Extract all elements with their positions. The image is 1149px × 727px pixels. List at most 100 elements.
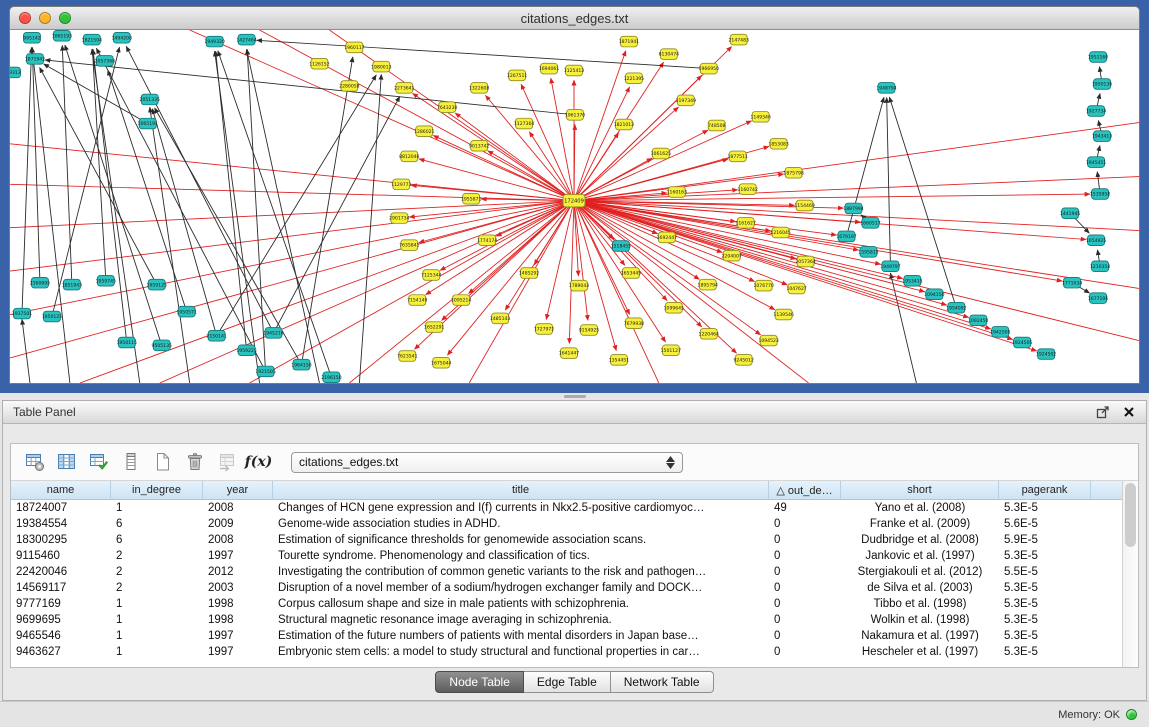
scrollbar-thumb[interactable]: [1125, 483, 1136, 547]
graph-edge[interactable]: [359, 74, 381, 383]
graph-node[interactable]: 1125413: [564, 65, 585, 76]
graph-node[interactable]: 1501127: [661, 345, 682, 356]
graph-node[interactable]: 1960117: [344, 42, 365, 53]
table-row[interactable]: 911546021997Tourette syndrome. Phenomeno…: [11, 548, 1122, 564]
graph-node[interactable]: 1951160: [1088, 52, 1109, 63]
graph-node[interactable]: 2147483: [729, 34, 750, 45]
row-list-button[interactable]: [117, 449, 144, 476]
graph-node[interactable]: 1921505: [255, 366, 276, 377]
graph-node[interactable]: 1518455: [611, 241, 632, 252]
graph-node[interactable]: 1949797: [880, 261, 901, 272]
graph-node[interactable]: 1535958: [1090, 189, 1111, 200]
graph-edge[interactable]: [349, 201, 574, 383]
graph-node[interactable]: 1054925: [1086, 235, 1107, 246]
graph-edge[interactable]: [160, 201, 574, 383]
graph-node[interactable]: 1595815: [858, 247, 879, 258]
import-table-button[interactable]: [213, 449, 240, 476]
graph-node[interactable]: 1871941: [619, 36, 640, 47]
graph-node[interactable]: 1094523: [758, 335, 779, 346]
table-row[interactable]: 1830029562008Estimation of significance …: [11, 532, 1122, 548]
graph-edge[interactable]: [126, 46, 273, 332]
graph-node[interactable]: 1927734: [1086, 106, 1107, 117]
graph-node[interactable]: 1950115: [117, 337, 138, 348]
graph-edge[interactable]: [889, 97, 956, 308]
table-panel-header[interactable]: Table Panel: [3, 401, 1146, 424]
graph-edge[interactable]: [274, 96, 400, 332]
graph-edge[interactable]: [847, 97, 884, 236]
graph-node[interactable]: 1945210: [263, 328, 284, 339]
graph-node[interactable]: 2901734: [389, 213, 410, 224]
graph-node[interactable]: 1895794: [698, 279, 719, 290]
column-header-title[interactable]: title: [273, 481, 769, 499]
graph-node[interactable]: 1959225: [236, 345, 257, 356]
graph-node[interactable]: 1727972: [534, 324, 555, 335]
graph-node[interactable]: 2160695: [30, 277, 51, 288]
graph-node[interactable]: 1095214: [451, 295, 472, 306]
graph-node[interactable]: 1149346: [750, 111, 771, 122]
graph-node[interactable]: 2057364: [795, 256, 816, 267]
graph-node[interactable]: 9245012: [734, 355, 755, 366]
graph-node[interactable]: 1675044: [431, 357, 452, 368]
graph-node[interactable]: 1221395: [624, 73, 645, 84]
graph-node[interactable]: 1154469: [794, 200, 815, 211]
graph-node[interactable]: 1652291: [424, 322, 445, 333]
graph-node[interactable]: 9013742: [469, 140, 490, 151]
graph-node[interactable]: 1099645: [664, 302, 685, 313]
edit-table-button[interactable]: [85, 449, 112, 476]
graph-node[interactable]: 7635841: [399, 240, 420, 251]
traffic-light-zoom[interactable]: [59, 12, 71, 24]
graph-edge[interactable]: [93, 49, 127, 342]
table-row[interactable]: 969969511998Structural magnetic resonanc…: [11, 612, 1122, 628]
graph-node[interactable]: 1924505: [1012, 337, 1033, 348]
graph-node[interactable]: 1774174: [477, 235, 498, 246]
tab-node-table[interactable]: Node Table: [435, 671, 524, 693]
tab-network-table[interactable]: Network Table: [611, 671, 714, 693]
graph-node[interactable]: 1267511: [507, 70, 528, 81]
graph-edge[interactable]: [22, 47, 32, 313]
graph-edge[interactable]: [301, 57, 352, 365]
delete-table-button[interactable]: [181, 449, 208, 476]
graph-edge[interactable]: [217, 75, 377, 336]
graph-node[interactable]: 1161627: [736, 218, 757, 229]
graph-node[interactable]: 8812046: [399, 151, 420, 162]
float-panel-button[interactable]: [1096, 405, 1110, 419]
graph-node[interactable]: 1937501: [12, 308, 33, 319]
graph-node[interactable]: 1641447: [559, 348, 580, 359]
graph-node[interactable]: 1887994: [843, 203, 864, 214]
graph-node[interactable]: 1694061: [539, 63, 560, 74]
table-row[interactable]: 1456911722003Disruption of a novel membe…: [11, 580, 1122, 596]
graph-node[interactable]: 1047627: [786, 283, 807, 294]
graph-node[interactable]: 7643230: [437, 102, 458, 113]
graph-node[interactable]: 2051335: [140, 94, 161, 105]
graph-node[interactable]: 1942505: [990, 327, 1011, 338]
graph-node[interactable]: 2280058: [339, 81, 360, 92]
graph-node[interactable]: 1065191: [138, 118, 159, 129]
graph-edge[interactable]: [574, 87, 630, 201]
graph-node[interactable]: 9505135: [152, 340, 173, 351]
graph-edge[interactable]: [574, 201, 787, 285]
column-header-in_degree[interactable]: in_degree: [111, 481, 203, 499]
graph-node[interactable]: 1679197: [836, 231, 857, 242]
graph-node[interactable]: 1821504: [82, 34, 103, 45]
tab-edge-table[interactable]: Edge Table: [524, 671, 611, 693]
graph-edge[interactable]: [890, 273, 916, 383]
graph-node[interactable]: 1961370: [565, 110, 586, 121]
graph-node[interactable]: 1851943: [62, 279, 83, 290]
graph-node[interactable]: 1139546: [773, 309, 794, 320]
graph-node[interactable]: 1126152: [309, 58, 330, 69]
graph-edge[interactable]: [247, 49, 265, 371]
graph-edge[interactable]: [546, 201, 574, 320]
graph-node[interactable]: 2150141: [206, 330, 227, 341]
graph-node[interactable]: 1949320: [204, 36, 225, 47]
graph-node[interactable]: 1871942: [25, 54, 46, 65]
graph-node[interactable]: 1197349: [676, 95, 697, 106]
graph-node[interactable]: 1061625: [651, 148, 672, 159]
graph-node[interactable]: 1129771: [391, 179, 412, 190]
graph-node[interactable]: 7125344: [421, 270, 442, 281]
graph-node[interactable]: 1160742: [737, 184, 758, 195]
graph-edge[interactable]: [152, 109, 216, 336]
column-header-name[interactable]: name: [11, 481, 111, 499]
show-columns-button[interactable]: [53, 449, 80, 476]
graph-edge[interactable]: [574, 201, 578, 276]
column-header-out_degree[interactable]: △ out_de…: [769, 481, 841, 499]
